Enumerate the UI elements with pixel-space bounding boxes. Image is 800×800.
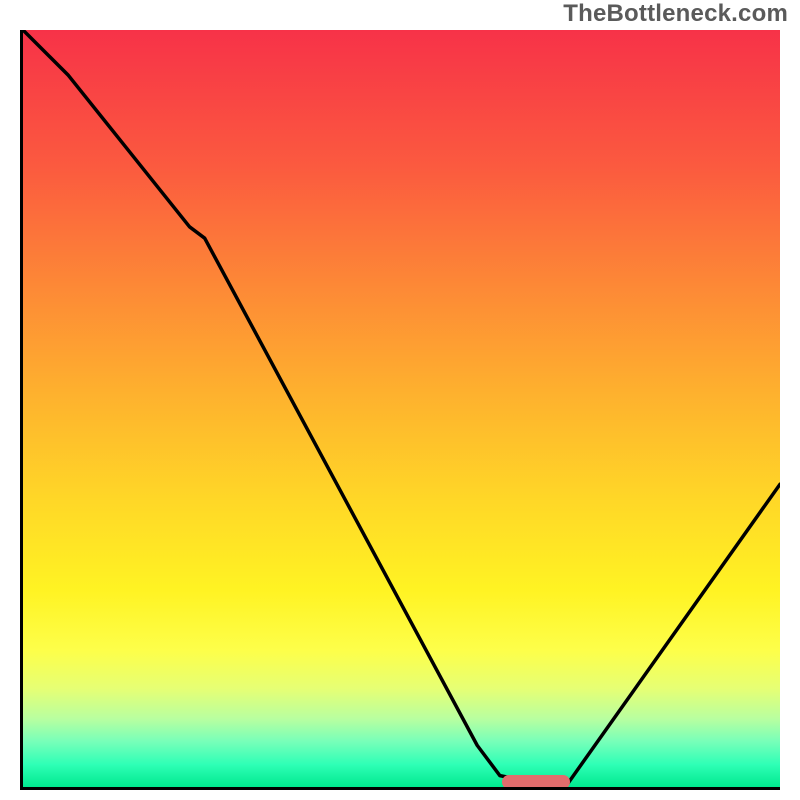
bottleneck-curve bbox=[23, 30, 780, 787]
optimal-marker bbox=[502, 775, 570, 789]
watermark-text: TheBottleneck.com bbox=[563, 0, 788, 28]
chart-stage: TheBottleneck.com bbox=[0, 0, 800, 800]
plot-area bbox=[20, 30, 780, 790]
